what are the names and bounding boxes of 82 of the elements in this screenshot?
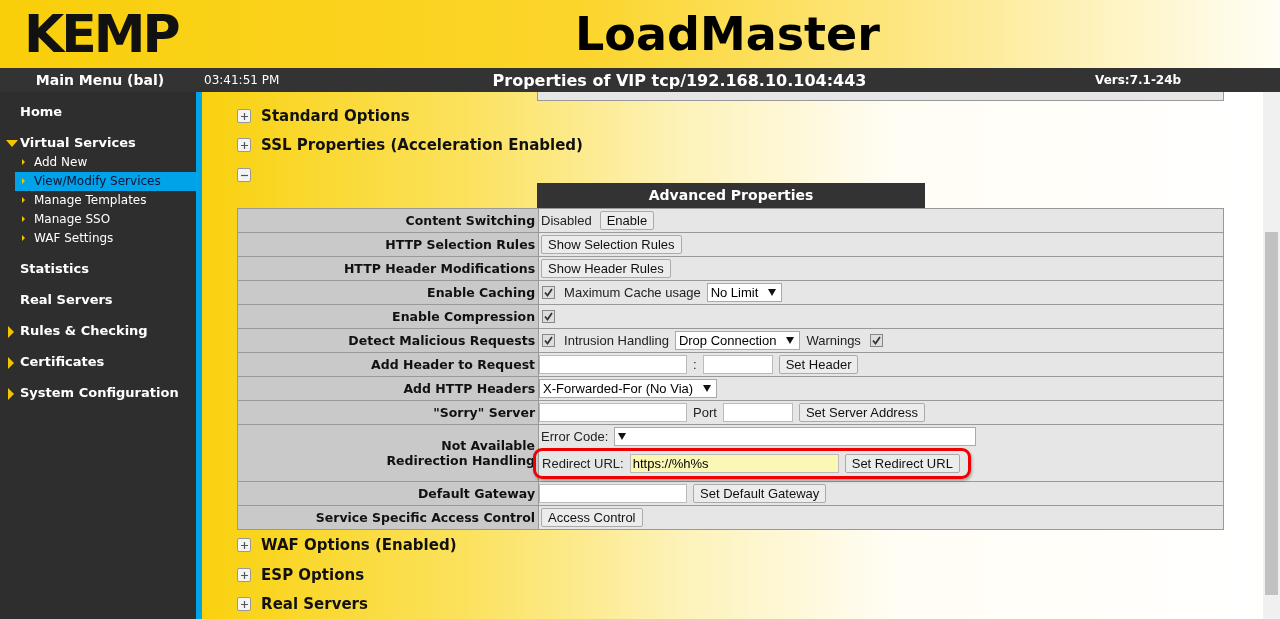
chevron-icon (22, 235, 25, 241)
caret-icon (768, 289, 777, 297)
action-button[interactable]: Set Server Address (798, 403, 925, 423)
field-label: Disabled (540, 213, 593, 229)
property-label: HTTP Selection Rules (238, 233, 540, 257)
field-label: Warnings (805, 333, 862, 349)
submenu-item[interactable]: WAF Settings (15, 229, 197, 248)
kemp-logo: KEMP (24, 3, 178, 66)
expand-icon[interactable] (237, 138, 252, 153)
action-button[interactable]: Set Redirect URL (844, 454, 960, 474)
dropdown[interactable]: No Limit (706, 283, 783, 303)
expand-icon[interactable] (237, 597, 252, 612)
dropdown[interactable]: X-Forwarded-For (No Via) (539, 379, 718, 399)
property-label: Add Header to Request (238, 353, 540, 377)
field-label: Error Code: (540, 429, 610, 445)
action-button[interactable]: Set Default Gateway (693, 484, 827, 504)
submenu-item[interactable]: View/Modify Services (15, 172, 197, 191)
caret-icon (703, 385, 712, 393)
caret-icon (786, 337, 795, 345)
chevron-icon (22, 216, 25, 222)
menu-item[interactable]: Real Servers (0, 290, 197, 310)
input-field[interactable] (539, 355, 688, 375)
version-label: Vers:7.1-24b (1095, 73, 1183, 87)
input-field[interactable]: https://%h%s (629, 454, 839, 474)
section-title[interactable]: SSL Properties (Acceleration Enabled) (261, 136, 583, 155)
property-label: Not Available Redirection Handling (238, 425, 540, 482)
section-title[interactable]: Real Servers (261, 595, 368, 614)
dropdown[interactable]: Drop Connection (674, 331, 801, 351)
menu-item[interactable]: Home (0, 102, 197, 122)
action-button[interactable]: Access Control (541, 508, 643, 528)
property-label: Enable Compression (238, 305, 540, 329)
checkbox[interactable] (542, 310, 556, 324)
chevron-icon (22, 197, 25, 203)
scrollbar-thumb[interactable] (1265, 232, 1278, 595)
property-label: Add HTTP Headers (238, 377, 540, 401)
property-label: Content Switching (238, 209, 540, 233)
section-title[interactable]: Standard Options (261, 106, 410, 125)
property-label: HTTP Header Modifications (238, 257, 540, 281)
submenu-item[interactable]: Add New (15, 153, 197, 172)
input-field[interactable] (722, 403, 793, 423)
menu-item[interactable]: Virtual Services (0, 133, 197, 153)
clock-time: 03:41:51 PM (203, 73, 281, 87)
property-label: Service Specific Access Control (238, 506, 540, 530)
input-field[interactable] (539, 484, 688, 504)
expand-icon[interactable] (237, 567, 252, 582)
menu-item[interactable]: Rules & Checking (0, 321, 197, 341)
section-title[interactable]: ESP Options (261, 565, 365, 584)
action-button[interactable]: Enable (599, 211, 655, 231)
collapse-icon[interactable] (237, 167, 252, 182)
input-field[interactable] (702, 355, 773, 375)
checkbox[interactable] (542, 286, 556, 300)
expand-icon[interactable] (237, 538, 252, 553)
field-label: Redirect URL: (541, 456, 625, 472)
property-label: Default Gateway (238, 482, 540, 506)
expand-icon[interactable] (237, 108, 252, 123)
property-label: "Sorry" Server (238, 401, 540, 425)
field-label: : (692, 357, 698, 373)
checkbox[interactable] (542, 334, 556, 348)
field-label: Maximum Cache usage (563, 285, 702, 301)
section-title[interactable]: WAF Options (Enabled) (261, 536, 457, 555)
action-button[interactable]: Show Selection Rules (541, 235, 682, 255)
property-label: Detect Malicious Requests (238, 329, 540, 353)
menu-title: Main Menu (bal) (34, 72, 166, 88)
scrollbar[interactable] (1263, 92, 1280, 619)
property-label: Enable Caching (238, 281, 540, 305)
menu-item[interactable]: Certificates (0, 352, 197, 372)
field-label: Intrusion Handling (563, 333, 670, 349)
page-title: Properties of VIP tcp/192.168.10.104:443 (491, 70, 868, 90)
chevron-icon (22, 159, 25, 165)
submenu-item[interactable]: Manage Templates (15, 191, 197, 210)
menu-item[interactable]: System Configuration (0, 383, 197, 403)
menu-item[interactable]: Statistics (0, 259, 197, 279)
submenu-item[interactable]: Manage SSO (15, 210, 197, 229)
chevron-icon (22, 178, 25, 184)
app-title: LoadMaster (575, 6, 880, 62)
checkbox[interactable] (869, 334, 883, 348)
action-button[interactable]: Set Header (778, 355, 859, 375)
field-label: Port (692, 405, 718, 421)
caret-icon (618, 433, 627, 441)
panel-title: Advanced Properties (537, 183, 926, 209)
input-field[interactable] (539, 403, 688, 423)
action-button[interactable]: Show Header Rules (541, 259, 671, 279)
